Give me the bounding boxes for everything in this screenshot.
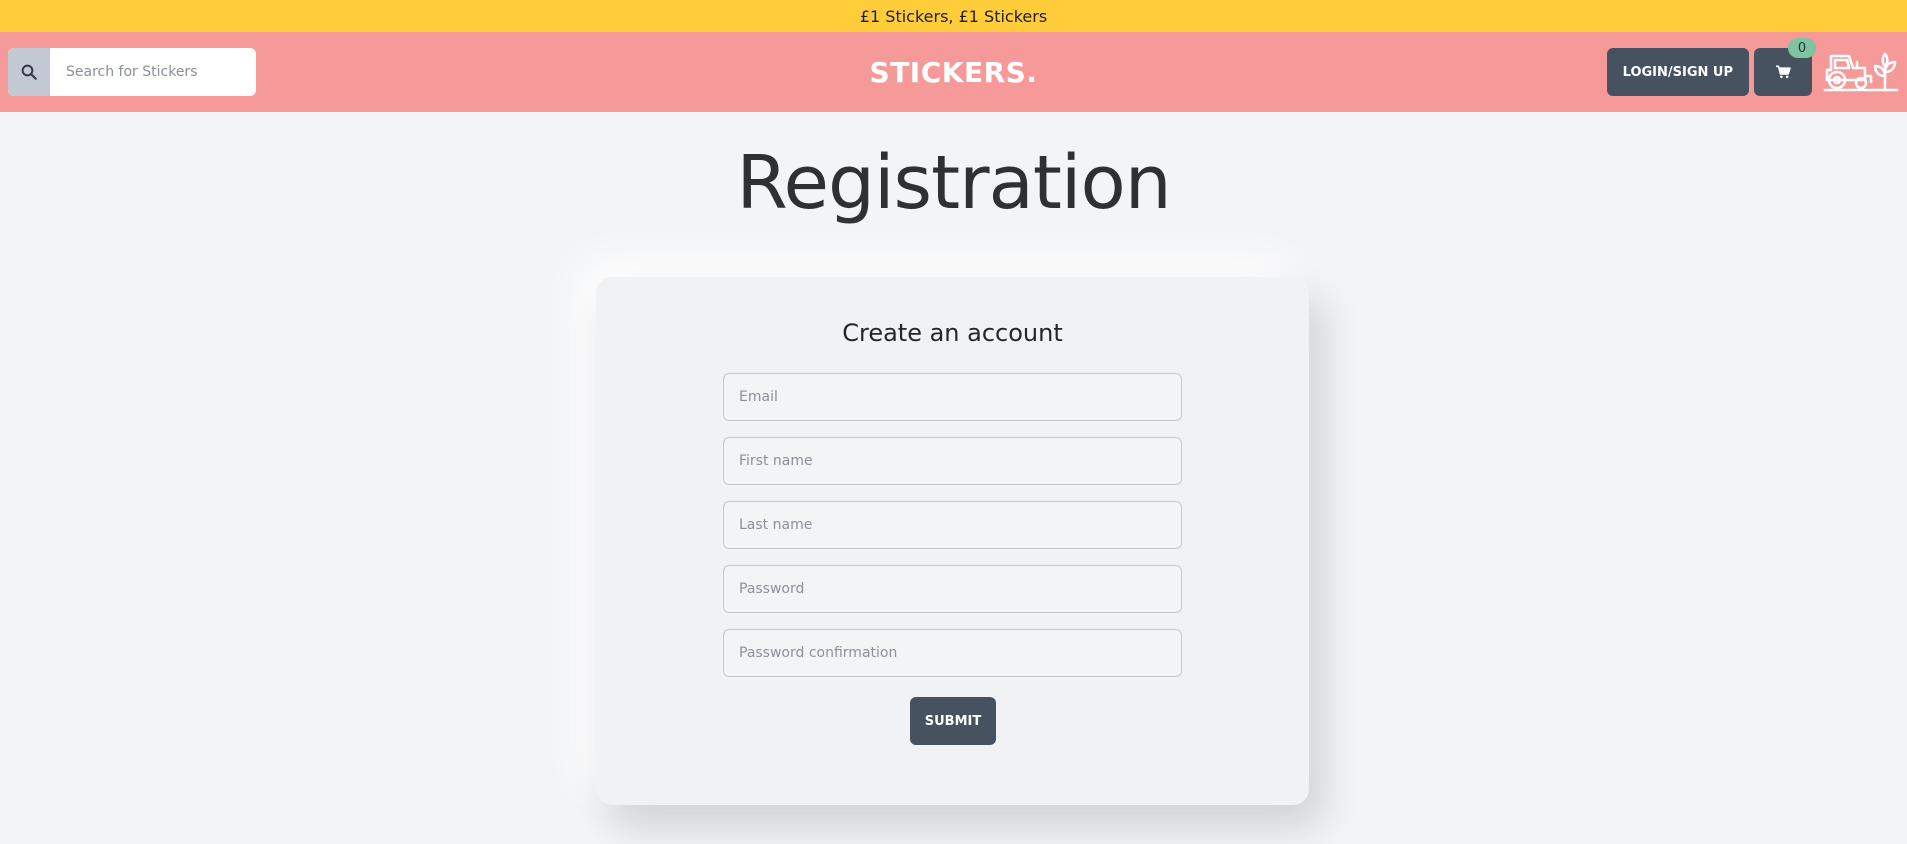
cart-button[interactable]: 0 [1754, 38, 1816, 96]
password-confirmation-field[interactable] [723, 629, 1182, 677]
promo-text: £1 Stickers, £1 Stickers [859, 6, 1048, 26]
site-logo[interactable]: STICKERS. [870, 56, 1038, 89]
tractor-plant-icon[interactable] [1823, 52, 1899, 92]
search-icon [21, 64, 37, 80]
site-header: STICKERS. LOGIN/SIGN UP 0 [0, 32, 1907, 112]
submit-button[interactable]: SUBMIT [910, 697, 996, 745]
header-actions: LOGIN/SIGN UP 0 [1606, 38, 1899, 96]
page-title: Registration [736, 140, 1171, 226]
registration-card: Create an account SUBMIT [596, 277, 1309, 805]
search-input[interactable] [50, 48, 256, 96]
last-name-field[interactable] [723, 501, 1182, 549]
first-name-field[interactable] [723, 437, 1182, 485]
cart-icon [1776, 65, 1791, 79]
email-field[interactable] [723, 373, 1182, 421]
form-title: Create an account [842, 319, 1063, 347]
password-field[interactable] [723, 565, 1182, 613]
promo-bar: £1 Stickers, £1 Stickers [0, 0, 1907, 32]
search-button[interactable] [8, 48, 50, 96]
login-signup-button[interactable]: LOGIN/SIGN UP [1606, 48, 1749, 96]
cart-count-badge: 0 [1788, 38, 1816, 58]
search-bar [8, 48, 256, 96]
